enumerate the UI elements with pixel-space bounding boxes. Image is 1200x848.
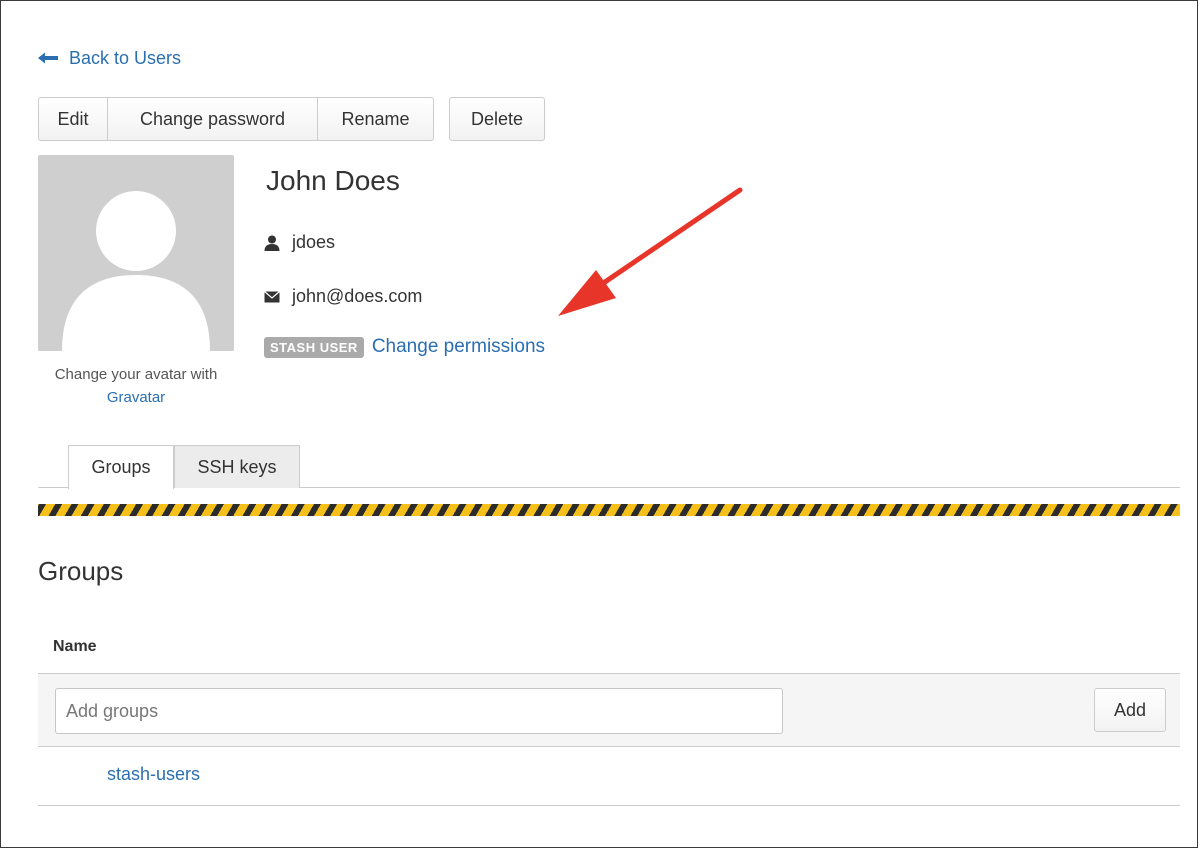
- groups-section-title: Groups: [38, 556, 124, 586]
- user-icon: [264, 235, 280, 251]
- user-full-name: John Does: [266, 165, 400, 196]
- hazard-stripe: [38, 504, 1180, 516]
- change-permissions-link[interactable]: Change permissions: [372, 336, 545, 358]
- add-group-button[interactable]: Add: [1094, 688, 1166, 732]
- email-row: john@does.com: [264, 286, 422, 307]
- name-column-header: Name: [53, 638, 97, 655]
- arrow-left-icon: [38, 48, 58, 69]
- gravatar-link[interactable]: Gravatar: [107, 389, 165, 406]
- username-text: jdoes: [292, 232, 336, 252]
- delete-button[interactable]: Delete: [449, 97, 545, 141]
- avatar: [38, 155, 234, 351]
- row-divider: [38, 805, 1180, 806]
- username-row: jdoes: [264, 232, 335, 253]
- tab-groups[interactable]: Groups: [68, 445, 174, 489]
- avatar-caption: Change your avatar with Gravatar: [38, 363, 234, 409]
- add-row-divider: [38, 746, 1180, 747]
- email-text: john@does.com: [292, 286, 423, 306]
- envelope-icon: [264, 290, 280, 303]
- annotation-arrow-icon: [558, 187, 743, 316]
- change-password-button[interactable]: Change password: [108, 97, 318, 141]
- rename-button[interactable]: Rename: [318, 97, 434, 141]
- add-groups-input[interactable]: [55, 688, 783, 734]
- stash-user-badge: STASH USER: [264, 336, 364, 358]
- edit-button[interactable]: Edit: [38, 97, 108, 141]
- back-to-users-link[interactable]: Back to Users: [38, 48, 181, 69]
- role-row: STASH USER Change permissions: [264, 336, 545, 358]
- back-to-users-label: Back to Users: [69, 48, 182, 68]
- group-link-stash-users[interactable]: stash-users: [107, 764, 200, 785]
- default-avatar-icon: [38, 155, 234, 351]
- avatar-caption-text: Change your avatar with: [54, 366, 218, 383]
- tab-ssh-keys[interactable]: SSH keys: [174, 445, 300, 488]
